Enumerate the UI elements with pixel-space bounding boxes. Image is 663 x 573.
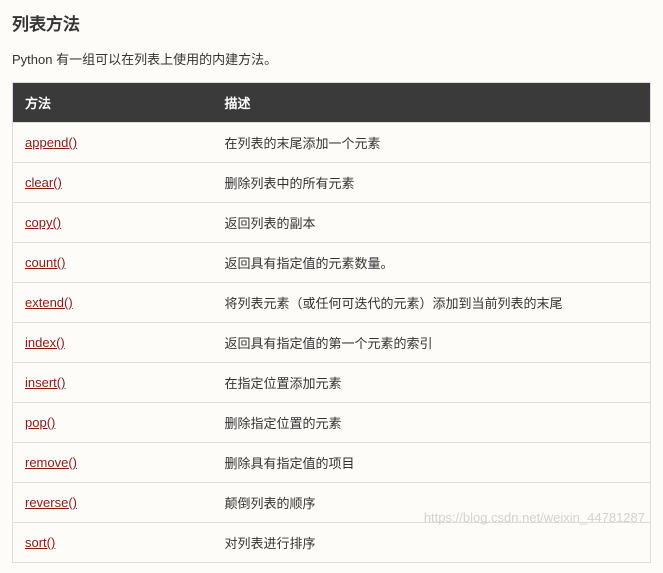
table-row: count() 返回具有指定值的元素数量。 (13, 243, 651, 283)
method-description: 对列表进行排序 (213, 523, 651, 563)
intro-text: Python 有一组可以在列表上使用的内建方法。 (12, 49, 651, 68)
method-description: 将列表元素（或任何可迭代的元素）添加到当前列表的末尾 (213, 283, 651, 323)
method-link-count[interactable]: count() (25, 255, 65, 270)
table-header-row: 方法 描述 (13, 83, 651, 123)
method-link-copy[interactable]: copy() (25, 215, 61, 230)
method-link-append[interactable]: append() (25, 135, 77, 150)
header-method: 方法 (13, 83, 213, 123)
method-link-extend[interactable]: extend() (25, 295, 73, 310)
table-row: remove() 删除具有指定值的项目 (13, 443, 651, 483)
method-link-sort[interactable]: sort() (25, 535, 55, 550)
method-description: 删除指定位置的元素 (213, 403, 651, 443)
method-description: 删除列表中的所有元素 (213, 163, 651, 203)
method-description: 在列表的末尾添加一个元素 (213, 123, 651, 163)
method-description: 颠倒列表的顺序 (213, 483, 651, 523)
method-description: 返回具有指定值的第一个元素的索引 (213, 323, 651, 363)
method-link-insert[interactable]: insert() (25, 375, 65, 390)
method-link-remove[interactable]: remove() (25, 455, 77, 470)
header-description: 描述 (213, 83, 651, 123)
table-row: extend() 将列表元素（或任何可迭代的元素）添加到当前列表的末尾 (13, 283, 651, 323)
method-description: 删除具有指定值的项目 (213, 443, 651, 483)
table-row: clear() 删除列表中的所有元素 (13, 163, 651, 203)
methods-table: 方法 描述 append() 在列表的末尾添加一个元素 clear() 删除列表… (12, 82, 651, 563)
table-row: copy() 返回列表的副本 (13, 203, 651, 243)
table-row: sort() 对列表进行排序 (13, 523, 651, 563)
method-description: 返回具有指定值的元素数量。 (213, 243, 651, 283)
table-row: pop() 删除指定位置的元素 (13, 403, 651, 443)
page-title: 列表方法 (12, 10, 651, 35)
method-description: 在指定位置添加元素 (213, 363, 651, 403)
table-row: reverse() 颠倒列表的顺序 (13, 483, 651, 523)
method-link-clear[interactable]: clear() (25, 175, 62, 190)
method-link-index[interactable]: index() (25, 335, 65, 350)
method-description: 返回列表的副本 (213, 203, 651, 243)
table-row: index() 返回具有指定值的第一个元素的索引 (13, 323, 651, 363)
table-row: append() 在列表的末尾添加一个元素 (13, 123, 651, 163)
table-row: insert() 在指定位置添加元素 (13, 363, 651, 403)
method-link-reverse[interactable]: reverse() (25, 495, 77, 510)
method-link-pop[interactable]: pop() (25, 415, 55, 430)
